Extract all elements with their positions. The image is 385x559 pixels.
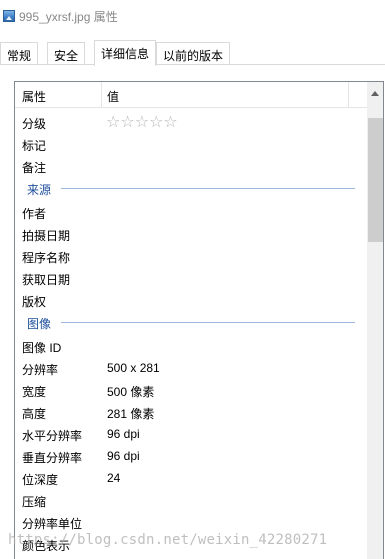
section-header[interactable]: 图像 [15,311,367,335]
scrollbar-thumb[interactable] [368,118,383,242]
chevron-up-icon[interactable] [371,91,379,96]
tab-previous-versions[interactable]: 以前的版本 [156,42,231,65]
property-name: 高度 [22,407,47,421]
tab-strip: 常规 安全 详细信息 以前的版本 [0,40,385,66]
image-file-icon [3,10,15,22]
property-row[interactable]: 位深度 24 [15,467,367,489]
property-name: 备注 [22,161,47,175]
property-row[interactable]: 分级 ☆☆☆☆☆ [15,111,367,133]
property-name: 获取日期 [22,273,71,287]
properties-window: 995_yxrsf.jpg 属性 常规 安全 详细信息 以前的版本 属性 值 分… [0,0,385,559]
property-name: 分级 [22,117,47,131]
column-separator[interactable] [101,82,102,107]
property-name: 拍摄日期 [22,229,71,243]
property-value: 96 dpi [107,449,140,463]
column-header-property[interactable]: 属性 [22,88,46,105]
tab-details[interactable]: 详细信息 [94,40,157,66]
window-title: 995_yxrsf.jpg 属性 [19,10,118,24]
section-divider [61,322,355,323]
property-row[interactable]: 程序名称 [15,245,367,267]
property-value: 500 像素 [107,385,155,399]
property-value: 24 [107,471,121,485]
property-row[interactable]: 压缩 [15,489,367,511]
property-row[interactable]: 垂直分辨率 96 dpi [15,445,367,467]
property-name: 分辨率 [22,363,59,377]
property-value: 96 dpi [107,427,140,441]
section-label: 图像 [27,317,52,331]
property-name: 位深度 [22,473,59,487]
property-name: 垂直分辨率 [22,451,83,465]
property-row[interactable]: 宽度 500 像素 [15,379,367,401]
property-row[interactable]: 高度 281 像素 [15,401,367,423]
column-header-value[interactable]: 值 [107,88,119,105]
property-name: 程序名称 [22,251,71,265]
tab-general[interactable]: 常规 [0,42,39,65]
column-separator[interactable] [348,82,349,107]
property-row[interactable]: 获取日期 [15,267,367,289]
section-label: 来源 [27,183,52,197]
section-divider [61,188,355,189]
property-row[interactable]: 分辨率 500 x 281 [15,357,367,379]
vertical-scrollbar[interactable] [367,82,383,559]
watermark-text: https://blog.csdn.net/weixin_42280271 [8,532,328,548]
property-row[interactable]: 备注 [15,155,367,177]
property-name: 压缩 [22,495,47,509]
property-row[interactable]: 图像 ID [15,335,367,357]
title-bar: 995_yxrsf.jpg 属性 [0,0,385,32]
property-row[interactable]: 版权 [15,289,367,311]
details-list[interactable]: 属性 值 分级 ☆☆☆☆☆ 标记备注来源作者拍摄日期程序名称获取日期版权图像图像 I… [14,81,384,559]
property-value: 500 x 281 [107,361,160,375]
tab-divider [0,64,385,65]
property-row[interactable]: 水平分辨率 96 dpi [15,423,367,445]
column-header: 属性 值 [15,82,367,108]
property-value: 281 像素 [107,407,155,421]
property-row[interactable]: 拍摄日期 [15,223,367,245]
property-row[interactable]: 标记 [15,133,367,155]
property-name: 标记 [22,139,47,153]
property-row[interactable]: 作者 [15,201,367,223]
property-name: 分辨率单位 [22,517,83,531]
property-name: 水平分辨率 [22,429,83,443]
section-header[interactable]: 来源 [15,177,367,201]
property-name: 作者 [22,207,47,221]
property-name: 图像 ID [22,341,62,355]
star-outline-icon[interactable]: ☆☆☆☆☆ [106,112,178,131]
property-name: 宽度 [22,385,47,399]
tab-security[interactable]: 安全 [47,42,86,65]
property-rows: 分级 ☆☆☆☆☆ 标记备注来源作者拍摄日期程序名称获取日期版权图像图像 ID 分辨率 5… [15,111,367,555]
property-name: 版权 [22,295,47,309]
property-row[interactable]: 分辨率单位 [15,511,367,533]
